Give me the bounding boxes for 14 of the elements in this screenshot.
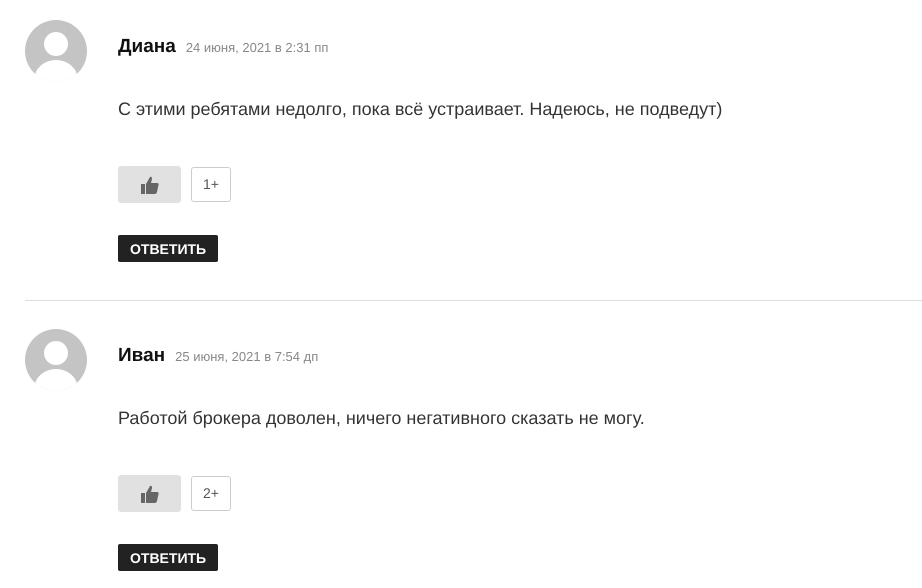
like-count: 2+ <box>191 476 231 511</box>
comment-date: 24 июня, 2021 в 2:31 пп <box>186 40 328 55</box>
thumbs-up-icon <box>140 484 160 504</box>
like-button[interactable] <box>118 166 181 203</box>
comment-date: 25 июня, 2021 в 7:54 дп <box>175 349 318 364</box>
like-count: 1+ <box>191 167 231 202</box>
like-button[interactable] <box>118 475 181 512</box>
author-name: Диана <box>118 36 176 58</box>
comment-text: С этими ребятами недолго, пока всё устраивает. Надеюсь, не подведут) <box>118 98 722 120</box>
reply-button[interactable]: ОТВЕТИТЬ <box>118 235 218 262</box>
thumbs-up-icon <box>140 174 160 194</box>
author-name: Иван <box>118 345 166 367</box>
comment-text: Работой брокера доволен, ничего негативного сказать не могу. <box>118 407 645 429</box>
reply-button[interactable]: ОТВЕТИТЬ <box>118 544 218 571</box>
